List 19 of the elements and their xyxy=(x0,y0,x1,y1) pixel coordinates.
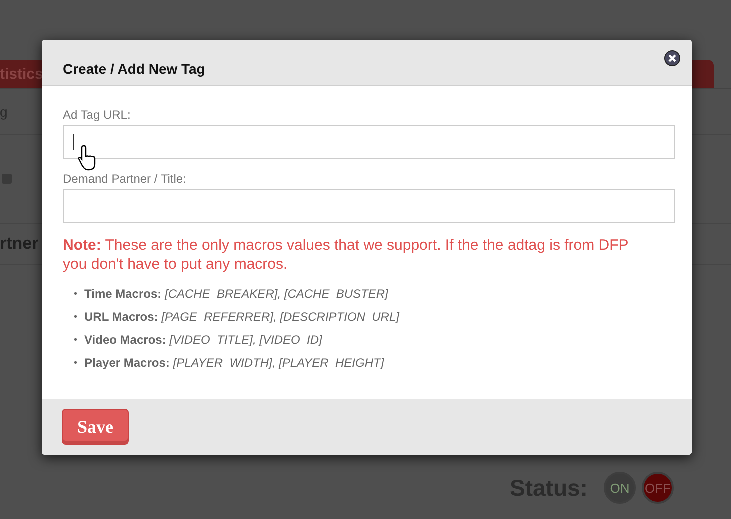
status-toggle-button[interactable]: OFF xyxy=(642,472,674,504)
bullet: • xyxy=(74,357,78,371)
field-label: Ad Tag URL: xyxy=(63,108,132,122)
save-button[interactable]: Save xyxy=(62,409,129,445)
bullet: • xyxy=(74,288,78,302)
status-toggle-button[interactable]: ON xyxy=(604,472,636,504)
close-icon[interactable] xyxy=(664,50,681,67)
note-text: Note: These are the only macros values that we support. If the the adtag is from DFP you don't have to put any macros. xyxy=(63,236,630,274)
macro-item: URL Macros: [PAGE_REFERRER], [DESCRIPTION_URL] xyxy=(84,309,400,326)
input-field[interactable] xyxy=(63,125,675,159)
macro-item: Video Macros: [VIDEO_TITLE], [VIDEO_ID] xyxy=(84,332,322,349)
tab[interactable] xyxy=(692,60,714,88)
macro-item: Time Macros: [CACHE_BREAKER], [CACHE_BUSTER] xyxy=(84,286,388,303)
dialog-title: Create / Add New Tag xyxy=(63,61,206,77)
macro-item: Player Macros: [PLAYER_WIDTH], [PLAYER_HEIGHT] xyxy=(84,355,384,372)
input-field[interactable] xyxy=(63,189,675,223)
bullet: • xyxy=(74,334,78,348)
bullet: • xyxy=(74,311,78,325)
field-label: Demand Partner / Title: xyxy=(63,172,188,186)
